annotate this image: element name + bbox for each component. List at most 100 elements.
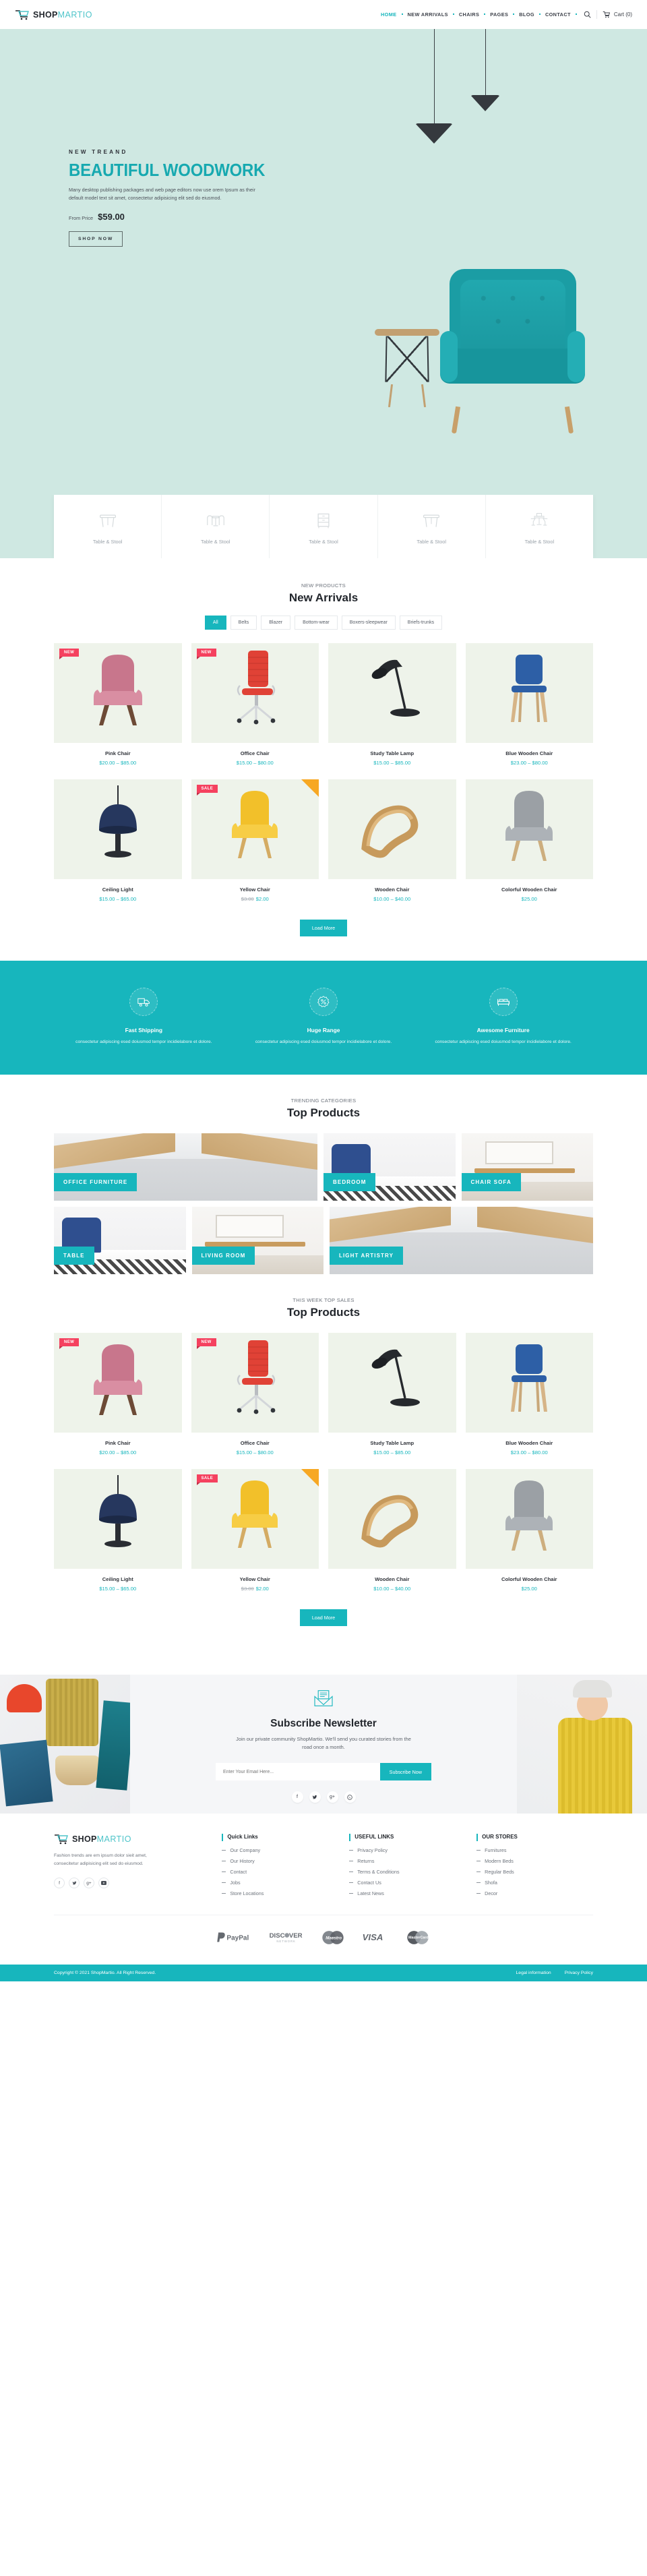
footer-link[interactable]: Our History: [222, 1858, 338, 1864]
footer-link[interactable]: Contact Us: [349, 1880, 466, 1886]
product-card[interactable]: NEW Office Chair $15.00 – $80.00: [191, 643, 319, 766]
product-card[interactable]: Study Table Lamp $15.00 – $85.00: [328, 643, 456, 766]
load-more-button-top-sales[interactable]: Load More: [299, 1609, 348, 1626]
footer-link[interactable]: Jobs: [222, 1880, 338, 1886]
tab-blazer[interactable]: Blazer: [261, 616, 291, 630]
nav-item-blog[interactable]: BLOG: [516, 11, 538, 18]
footer-link[interactable]: Modern Beds: [476, 1858, 593, 1864]
footer-link[interactable]: Returns: [349, 1858, 466, 1864]
tile-light-artistry[interactable]: LIGHT ARTISTRY: [330, 1206, 593, 1274]
product-thumbnail[interactable]: [465, 1468, 593, 1569]
product-card[interactable]: Wooden Chair $10.00 – $40.00: [328, 779, 456, 902]
product-card[interactable]: Blue Wooden Chair $23.00 – $80.00: [465, 1332, 593, 1456]
product-name: Blue Wooden Chair: [505, 750, 553, 756]
product-card[interactable]: Study Table Lamp $15.00 – $85.00: [328, 1332, 456, 1456]
nav-item-pages[interactable]: PAGES: [487, 11, 512, 18]
feature-title: Huge Range: [307, 1027, 340, 1034]
product-thumbnail[interactable]: [54, 779, 182, 879]
google-plus-icon[interactable]: g+: [84, 1878, 94, 1888]
category-card-5[interactable]: Table & Stool: [485, 495, 594, 558]
product-thumbnail[interactable]: [328, 643, 456, 743]
tile-chair-sofa[interactable]: CHAIR SOFA: [461, 1133, 593, 1201]
category-card-3[interactable]: Table & Stool: [270, 495, 378, 558]
footer-link[interactable]: Terms & Conditions: [349, 1869, 466, 1875]
tile-bedroom[interactable]: BEDROOM: [324, 1133, 456, 1201]
load-more-button-new-arrivals[interactable]: Load More: [299, 920, 348, 936]
product-card[interactable]: NEW Pink Chair $20.00 – $85.00: [54, 643, 182, 766]
tab-belts[interactable]: Belts: [230, 616, 257, 630]
tab-bottom-wear[interactable]: Bottom-wear: [295, 616, 338, 630]
product-thumbnail[interactable]: [54, 1468, 182, 1569]
product-card[interactable]: Wooden Chair $10.00 – $40.00: [328, 1468, 456, 1592]
footer-link-label: Our History: [230, 1857, 255, 1864]
cart-icon[interactable]: [603, 11, 611, 19]
product-card[interactable]: NEW Pink Chair $20.00 – $85.00: [54, 1332, 182, 1456]
product-card[interactable]: Colorful Wooden Chair $25.00: [465, 1468, 593, 1592]
product-card[interactable]: SALE Yellow Chair $3.00 $2.00: [191, 779, 319, 902]
product-thumbnail[interactable]: SALE: [191, 779, 319, 879]
twitter-icon[interactable]: [69, 1878, 80, 1888]
product-badge: NEW: [196, 1338, 216, 1349]
product-thumbnail[interactable]: [328, 1468, 456, 1569]
facebook-icon[interactable]: f: [54, 1878, 65, 1888]
product-thumbnail[interactable]: SALE: [191, 1468, 319, 1569]
product-name: Study Table Lamp: [370, 1439, 414, 1446]
new-arrivals-heading: NEW PRODUCTS New Arrivals: [54, 582, 593, 605]
footer-link[interactable]: Our Company: [222, 1847, 338, 1853]
product-current-price: $15.00 – $85.00: [373, 760, 411, 766]
footer-link[interactable]: Latest News: [349, 1890, 466, 1896]
tab-briefs-trunks[interactable]: Briefs-trunks: [399, 616, 443, 630]
subscribe-now-button[interactable]: Subscribe Now: [379, 1763, 431, 1781]
youtube-icon[interactable]: [98, 1878, 109, 1888]
privacy-policy-link[interactable]: Privacy Policy: [565, 1971, 593, 1975]
footer-link[interactable]: Decor: [476, 1890, 593, 1896]
product-thumbnail[interactable]: NEW: [191, 1332, 319, 1433]
tile-table[interactable]: TABLE: [54, 1206, 186, 1274]
twitter-icon[interactable]: [309, 1791, 321, 1803]
legal-information-link[interactable]: Legal information: [516, 1971, 551, 1975]
product-thumbnail[interactable]: [328, 1332, 456, 1433]
footer-link[interactable]: Furnitures: [476, 1847, 593, 1853]
footer-link[interactable]: Store Locations: [222, 1890, 338, 1896]
category-card-1[interactable]: Table & Stool: [54, 495, 162, 558]
product-thumbnail[interactable]: NEW: [191, 643, 319, 743]
product-thumbnail[interactable]: NEW: [54, 643, 182, 743]
category-card-2[interactable]: Table & Stool: [162, 495, 270, 558]
product-card[interactable]: SALE Yellow Chair $3.00 $2.00: [191, 1468, 319, 1592]
site-logo[interactable]: SHOPMARTIO: [15, 9, 92, 20]
google-plus-icon[interactable]: g+: [326, 1791, 338, 1803]
product-card[interactable]: NEW Office Chair $15.00 – $80.00: [191, 1332, 319, 1456]
product-card[interactable]: Blue Wooden Chair $23.00 – $80.00: [465, 643, 593, 766]
tile-living-room[interactable]: LIVING ROOM: [191, 1206, 324, 1274]
footer-link[interactable]: Shofa: [476, 1880, 593, 1886]
facebook-icon[interactable]: f: [291, 1791, 303, 1803]
nav-item-new-arrivals[interactable]: NEW ARRIVALS: [404, 11, 452, 18]
product-thumbnail[interactable]: [465, 643, 593, 743]
product-card[interactable]: Colorful Wooden Chair $25.00: [465, 779, 593, 902]
footer-link-label: Furnitures: [485, 1847, 507, 1853]
search-icon[interactable]: [584, 11, 591, 18]
footer-link[interactable]: Contact: [222, 1869, 338, 1875]
product-thumbnail[interactable]: [465, 779, 593, 879]
product-thumbnail[interactable]: [465, 1332, 593, 1433]
product-card[interactable]: Ceiling Light $15.00 – $65.00: [54, 1468, 182, 1592]
product-badge: SALE: [196, 1474, 218, 1485]
category-card-4[interactable]: Table & Stool: [377, 495, 486, 558]
footer-link[interactable]: Privacy Policy: [349, 1847, 466, 1853]
footer-link[interactable]: Regular Beds: [476, 1869, 593, 1875]
whatsapp-icon[interactable]: [344, 1791, 356, 1803]
product-card[interactable]: Ceiling Light $15.00 – $65.00: [54, 779, 182, 902]
cart-count-label[interactable]: Cart (0): [614, 11, 632, 18]
nav-item-contact[interactable]: CONTACT: [542, 11, 574, 18]
tile-office-furniture[interactable]: OFFICE FURNITURE: [54, 1133, 317, 1201]
top-sales-grid-row-2: Ceiling Light $15.00 – $65.00 SALE Yellow …: [54, 1468, 593, 1592]
tab-boxers-sleepwear[interactable]: Boxers-sleepwear: [341, 616, 396, 630]
tab-all[interactable]: All: [204, 616, 226, 630]
nav-item-chairs[interactable]: CHAIRS: [456, 11, 483, 18]
shop-now-button[interactable]: SHOP NOW: [69, 231, 123, 247]
footer-logo[interactable]: SHOPMARTIO: [54, 1834, 211, 1845]
product-thumbnail[interactable]: [328, 779, 456, 879]
product-thumbnail[interactable]: NEW: [54, 1332, 182, 1433]
nav-item-home[interactable]: HOME: [377, 11, 400, 18]
newsletter-email-input[interactable]: [216, 1763, 380, 1781]
